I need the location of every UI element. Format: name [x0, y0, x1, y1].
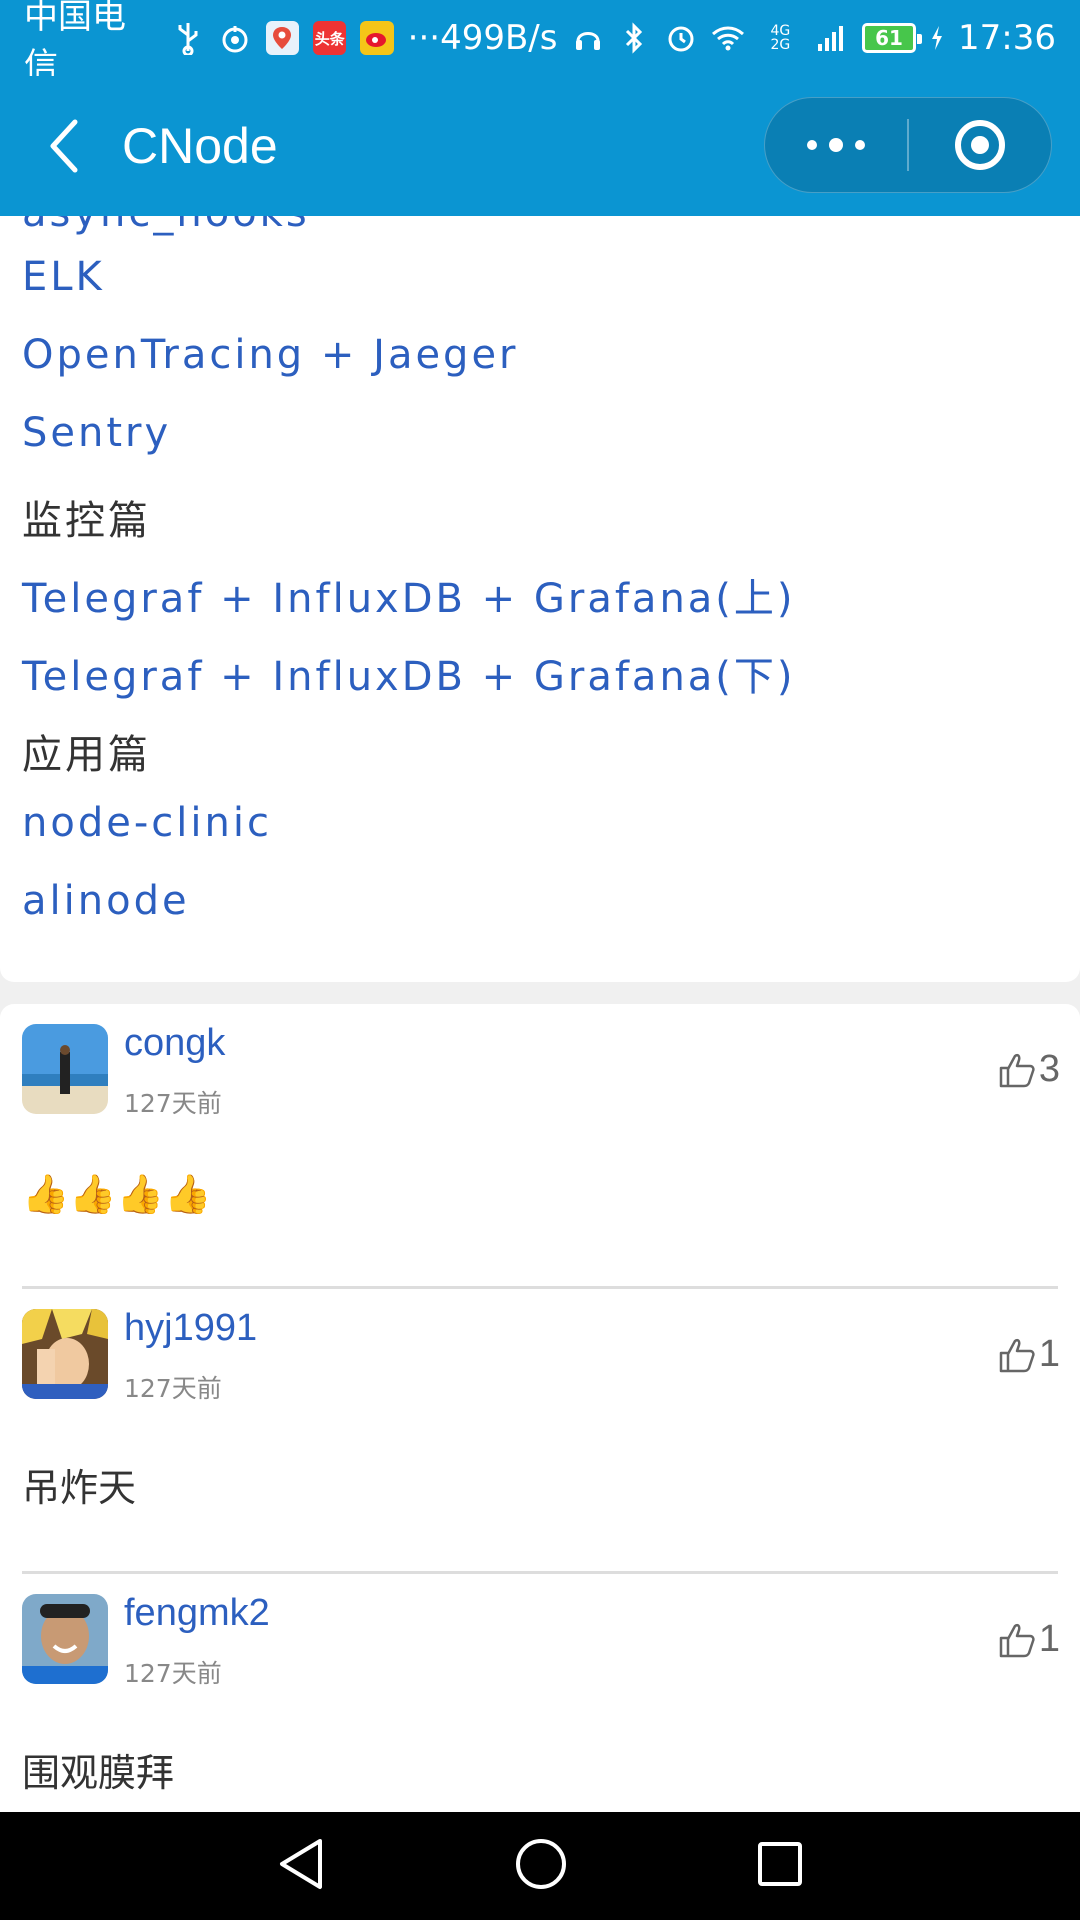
weibo-app-icon	[360, 21, 394, 55]
thumbs-up-icon	[999, 1623, 1035, 1657]
reply-author[interactable]: congk	[124, 1022, 225, 1065]
status-bar-right: 499B/s 4G 2G 61 17:36	[440, 18, 1056, 58]
article-link[interactable]: ELK	[22, 254, 105, 300]
reply-item: hyj1991 127天前 1 吊炸天	[0, 1289, 1080, 1574]
target-close-icon	[955, 120, 1005, 170]
toutiao-app-icon: 头条	[313, 21, 347, 55]
signal-icon	[815, 21, 848, 55]
status-bar: 中国电信 头条 ··· 499B/s 4G 2G 61 17:36	[0, 0, 1080, 86]
avatar[interactable]	[22, 1594, 108, 1684]
article-content: async_hooks ELK OpenTracing + Jaeger Sen…	[0, 216, 1080, 982]
article-link[interactable]: Telegraf + InfluxDB + Grafana(下)	[22, 644, 796, 702]
network-type: 4G 2G	[770, 23, 791, 53]
avatar[interactable]	[22, 1024, 108, 1114]
more-notifications: ···	[407, 18, 441, 58]
article-section-heading: 应用篇	[22, 732, 151, 778]
page-title: CNode	[122, 118, 278, 174]
nav-bar: CNode	[0, 76, 1080, 216]
like-button[interactable]: 1	[997, 1618, 1060, 1661]
thumbs-up-icon	[999, 1338, 1035, 1372]
home-nav-button[interactable]	[514, 1837, 568, 1895]
battery-indicator: 61	[862, 23, 922, 53]
back-button[interactable]	[34, 116, 94, 176]
reply-content: 吊炸天	[22, 1466, 137, 1510]
net-speed: 499B/s	[440, 18, 558, 58]
status-bar-left: 中国电信 头条 ···	[24, 0, 440, 87]
reply-content: 👍👍👍👍	[22, 1172, 212, 1216]
system-nav-bar	[0, 1812, 1080, 1920]
carrier-label: 中国电信	[24, 0, 126, 86]
article-link[interactable]: Telegraf + InfluxDB + Grafana(上)	[22, 566, 796, 624]
more-dots-icon	[807, 138, 865, 152]
reply-content: 围观膜拜	[22, 1751, 175, 1795]
reply-time: 127天前	[124, 1089, 222, 1118]
chevron-left-icon	[50, 119, 78, 173]
reply-time: 127天前	[124, 1374, 222, 1403]
like-button[interactable]: 1	[997, 1333, 1060, 1376]
article-link[interactable]: OpenTracing + Jaeger	[22, 332, 519, 378]
article-link[interactable]: Sentry	[22, 410, 171, 456]
article-link[interactable]: async_hooks	[22, 216, 310, 236]
like-button[interactable]: 3	[997, 1048, 1060, 1091]
reply-author[interactable]: hyj1991	[124, 1307, 257, 1350]
reply-item: congk 127天前 3 👍👍👍👍	[0, 1004, 1080, 1289]
article-section-heading: 监控篇	[22, 498, 151, 544]
alarm-icon	[665, 21, 698, 55]
thumbs-up-icon	[999, 1053, 1035, 1087]
like-count: 3	[1038, 1048, 1060, 1090]
back-nav-button[interactable]	[276, 1837, 326, 1895]
article-link[interactable]: node-clinic	[22, 800, 272, 846]
circle-home-icon	[516, 1839, 566, 1889]
charging-icon	[930, 21, 944, 55]
square-recents-icon	[758, 1842, 802, 1886]
usb-icon	[171, 21, 204, 55]
miniprogram-capsule	[764, 97, 1052, 193]
wifi-icon	[711, 21, 745, 55]
reply-time: 127天前	[124, 1659, 222, 1688]
close-miniprogram-button[interactable]	[909, 98, 1051, 192]
like-count: 1	[1038, 1618, 1060, 1660]
article-link[interactable]: alinode	[22, 878, 190, 924]
more-button[interactable]	[765, 98, 907, 192]
reply-author[interactable]: fengmk2	[124, 1592, 270, 1635]
reply-list: congk 127天前 3 👍👍👍👍 hyj1991 127天前 1 吊炸天 f…	[0, 1004, 1080, 1904]
map-app-icon	[265, 21, 300, 55]
screen: 中国电信 头条 ··· 499B/s 4G 2G 61 17:36 CNode …	[0, 0, 1080, 1920]
clock: 17:36	[958, 18, 1057, 58]
avatar[interactable]	[22, 1309, 108, 1399]
recents-nav-button[interactable]	[756, 1840, 804, 1892]
hotspot-icon	[218, 21, 251, 55]
bluetooth-icon	[618, 21, 651, 55]
headset-icon	[571, 21, 604, 55]
like-count: 1	[1038, 1333, 1060, 1375]
triangle-back-icon	[280, 1839, 322, 1889]
